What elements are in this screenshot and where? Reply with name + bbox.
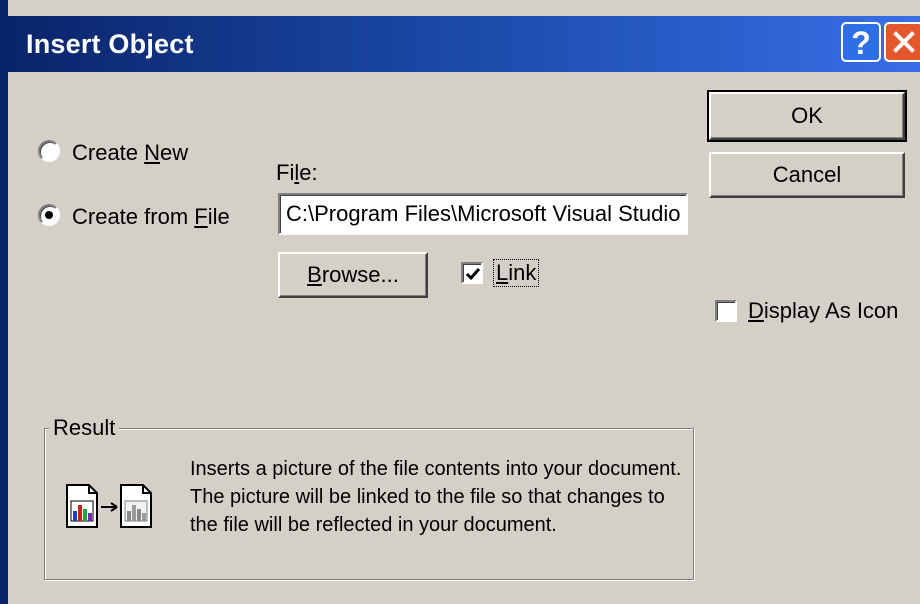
dialog-title: Insert Object bbox=[26, 28, 194, 59]
close-icon bbox=[893, 31, 915, 53]
file-label: File: bbox=[276, 160, 318, 185]
result-description: Inserts a picture of the file contents i… bbox=[190, 458, 682, 536]
cancel-button[interactable]: Cancel bbox=[709, 152, 905, 198]
link-label[interactable]: Link bbox=[492, 259, 540, 287]
close-button[interactable] bbox=[884, 22, 920, 62]
radio-selected-dot bbox=[45, 211, 53, 219]
display-as-icon-checkbox[interactable] bbox=[715, 300, 737, 322]
create-new-label[interactable]: Create New bbox=[72, 140, 188, 166]
display-as-icon-label[interactable]: Display As Icon bbox=[748, 298, 898, 324]
create-new-radio[interactable] bbox=[38, 140, 60, 162]
linked-picture-icon bbox=[65, 483, 175, 536]
title-bar: Insert Object ? bbox=[8, 16, 920, 72]
link-checkbox[interactable] bbox=[461, 262, 483, 284]
help-icon: ? bbox=[851, 25, 871, 61]
result-label: Result bbox=[49, 415, 120, 441]
checkmark-icon bbox=[465, 268, 481, 281]
browse-button[interactable]: Browse... bbox=[278, 252, 428, 298]
create-from-file-label[interactable]: Create from File bbox=[72, 204, 230, 230]
create-from-file-radio[interactable] bbox=[38, 204, 60, 226]
insert-object-dialog: Insert Object ? Create New Create from F… bbox=[0, 0, 920, 604]
help-button[interactable]: ? bbox=[841, 22, 881, 62]
result-groupbox: Result Inserts a picture of the file con… bbox=[44, 415, 694, 580]
ok-button[interactable]: OK bbox=[707, 90, 907, 142]
file-path-input[interactable]: C:\Program Files\Microsoft Visual Studio bbox=[278, 193, 688, 235]
